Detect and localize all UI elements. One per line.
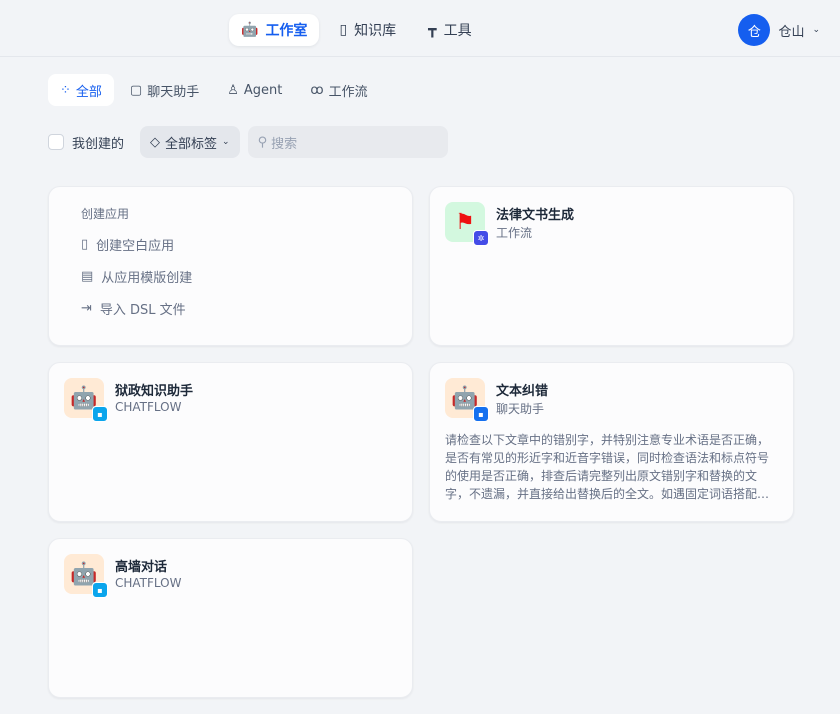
chat-badge-icon: ▪: [473, 406, 489, 422]
grid-icon: ⁘: [60, 82, 71, 98]
app-icon: 🤖 ▪: [64, 378, 108, 422]
app-type-tabs: ⁘ 全部 ▢ 聊天助手 ♙ Agent ꝏ 工作流: [48, 74, 380, 106]
tab-agent[interactable]: ♙ Agent: [215, 74, 294, 106]
user-menu[interactable]: 仓 仓山 ⌄: [738, 14, 820, 46]
template-icon: ▤: [81, 268, 94, 284]
avatar: 仓: [738, 14, 771, 46]
flag-icon: ⚑: [455, 209, 475, 235]
create-blank-app[interactable]: ▯ 创建空白应用: [81, 228, 412, 260]
nav-studio[interactable]: 🤖 工作室: [229, 14, 320, 46]
create-from-template[interactable]: ▤ 从应用模版创建: [81, 260, 412, 292]
chatflow-badge-icon: ▪: [92, 582, 108, 598]
app-card[interactable]: 🤖 ▪ 狱政知识助手 CHATFLOW: [48, 362, 413, 522]
book-icon: ▯: [339, 22, 348, 38]
tab-workflow[interactable]: ꝏ 工作流: [298, 74, 379, 106]
hammer-icon: ┳: [428, 22, 437, 38]
chat-icon: ▢: [129, 82, 143, 98]
search-input[interactable]: ⚲ 搜索: [247, 126, 448, 158]
nav-tools[interactable]: ┳ 工具: [416, 14, 483, 46]
app-icon: 🤖 ▪: [445, 378, 489, 422]
nav-knowledge[interactable]: ▯ 知识库: [327, 14, 408, 46]
app-icon: ⚑ ✲: [445, 202, 489, 246]
app-icon: 🤖 ▪: [64, 554, 108, 598]
filter-bar: 我创建的 ◇ 全部标签 ⌄ ⚲ 搜索: [48, 126, 448, 158]
create-app-card: 创建应用 ▯ 创建空白应用 ▤ 从应用模版创建 ⇥ 导入 DSL 文件: [48, 186, 413, 346]
chatflow-badge-icon: ▪: [92, 406, 108, 422]
import-dsl[interactable]: ⇥ 导入 DSL 文件: [81, 292, 412, 324]
search-icon: ⚲: [257, 134, 268, 150]
workflow-badge-icon: ✲: [473, 230, 489, 246]
tag-filter-dropdown[interactable]: ◇ 全部标签 ⌄: [140, 126, 240, 158]
agent-icon: ♙: [227, 82, 239, 98]
app-card[interactable]: 🤖 ▪ 高墙对话 CHATFLOW: [48, 538, 413, 698]
tab-all[interactable]: ⁘ 全部: [48, 74, 114, 106]
tag-icon: ◇: [150, 134, 161, 150]
file-plus-icon: ▯: [81, 236, 89, 252]
app-card[interactable]: ⚑ ✲ 法律文书生成 工作流: [429, 186, 794, 346]
created-by-me-checkbox[interactable]: 我创建的: [48, 133, 124, 152]
tab-chat[interactable]: ▢ 聊天助手: [118, 74, 211, 106]
app-card[interactable]: 🤖 ▪ 文本纠错 聊天助手 请检查以下文章中的错别字，并特别注意专业术语是否正确，…: [429, 362, 794, 522]
top-header: 🤖 工作室 ▯ 知识库 ┳ 工具 仓 仓山 ⌄: [0, 0, 840, 57]
import-icon: ⇥: [81, 300, 92, 316]
chevron-down-icon: ⌄: [812, 25, 820, 35]
main-nav: 🤖 工作室 ▯ 知识库 ┳ 工具: [229, 14, 484, 46]
robot-icon: 🤖: [241, 22, 259, 38]
workflow-icon: ꝏ: [310, 82, 324, 98]
chevron-down-icon: ⌄: [222, 137, 230, 147]
